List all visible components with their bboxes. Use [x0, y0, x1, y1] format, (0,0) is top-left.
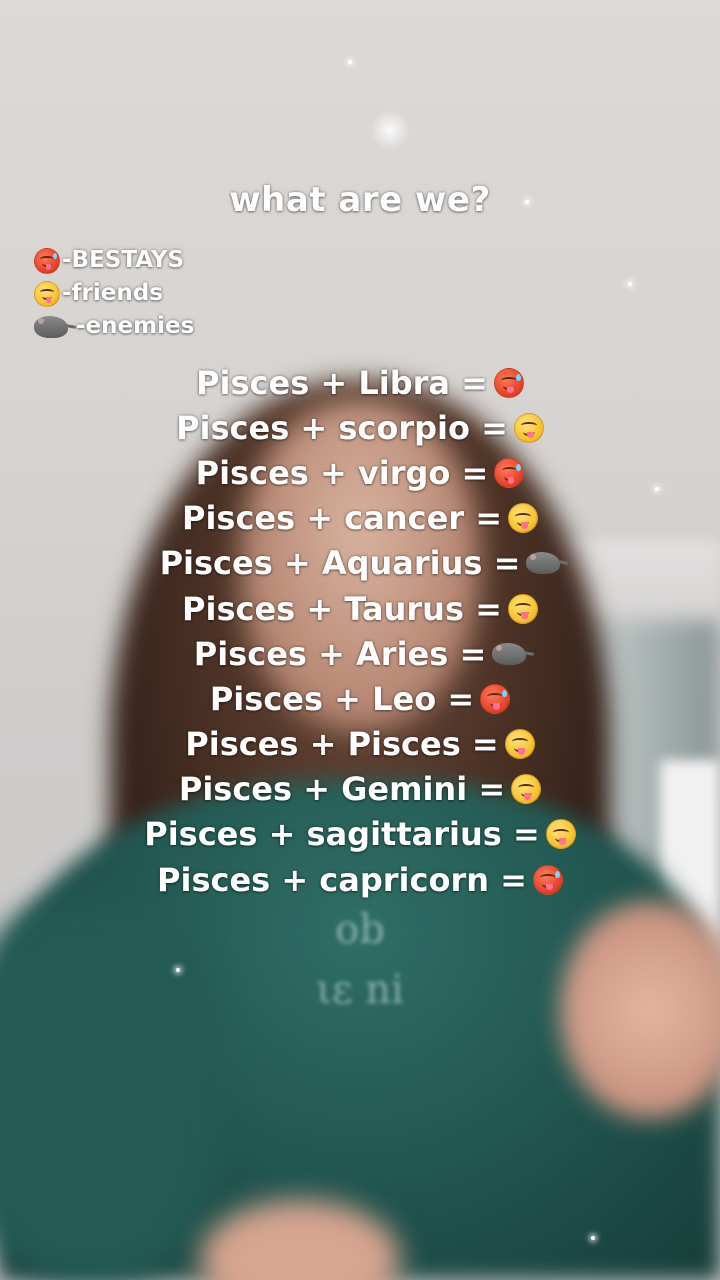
list-item: Pisces + scorpio =: [0, 405, 720, 450]
list-item: Pisces + Gemini =: [0, 767, 720, 812]
yum-face-icon: [511, 774, 542, 805]
legend-label: -BESTAYS: [62, 247, 185, 273]
sparkle: [591, 1236, 595, 1240]
yum-face-icon: [508, 503, 539, 534]
pair-text: Pisces + Aries =: [193, 634, 487, 673]
yum-face-icon: [507, 593, 538, 624]
sparkle: [628, 282, 632, 286]
hot-face-icon: [532, 864, 563, 895]
pair-text: Pisces + cancer =: [181, 499, 503, 538]
yum-face-icon: [545, 819, 576, 850]
person-hand: [560, 900, 720, 1120]
sweater-print-graphic: ob ιε ni: [316, 907, 404, 1013]
list-item: Pisces + sagittarius =: [0, 812, 720, 857]
list-item: Pisces + capricorn =: [0, 857, 720, 902]
yum-face-icon: [34, 280, 60, 307]
rat-icon: [492, 642, 527, 665]
list-item: Pisces + Aquarius =: [0, 541, 720, 586]
sparkle: [348, 60, 352, 64]
yum-face-icon: [504, 729, 535, 760]
person-hand-lower: [200, 1200, 400, 1280]
rat-icon: [34, 315, 68, 338]
pair-text: Pisces + Taurus =: [182, 589, 502, 628]
pair-text: Pisces + Gemini =: [178, 770, 506, 809]
pair-text: Pisces + scorpio =: [176, 408, 508, 447]
list-item: Pisces + Aries =: [0, 631, 720, 676]
hot-face-icon: [493, 367, 524, 398]
story-canvas: ob ιε ni what are we? -BESTAYS -friends -…: [0, 0, 720, 1280]
pair-text: Pisces + Aquarius =: [159, 544, 521, 583]
legend-item-enemies: -enemies: [34, 310, 194, 343]
legend-label: -enemies: [76, 313, 195, 339]
yum-face-icon: [513, 412, 544, 443]
legend-label: -friends: [62, 280, 163, 306]
rat-icon: [526, 552, 561, 575]
hot-face-icon: [480, 683, 511, 714]
hot-face-icon: [34, 247, 60, 274]
list-item: Pisces + cancer =: [0, 496, 720, 541]
person-arm: [0, 900, 220, 1280]
emoji-legend: -BESTAYS -friends -enemies: [34, 244, 194, 343]
legend-item-friends: -friends: [34, 277, 194, 310]
list-item: Pisces + Pisces =: [0, 722, 720, 767]
pair-text: Pisces + Leo =: [209, 679, 475, 718]
pair-text: Pisces + virgo =: [195, 453, 489, 492]
legend-item-bestays: -BESTAYS: [34, 244, 194, 277]
pair-text: Pisces + Libra =: [196, 363, 488, 402]
hot-face-icon: [494, 457, 525, 488]
list-item: Pisces + virgo =: [0, 450, 720, 495]
pair-text: Pisces + sagittarius =: [144, 815, 540, 854]
list-item: Pisces + Taurus =: [0, 586, 720, 631]
page-title: what are we?: [229, 180, 491, 220]
sparkle: [176, 968, 180, 972]
pair-text: Pisces + capricorn =: [157, 860, 527, 899]
ceiling-light: [370, 110, 410, 150]
compatibility-list: Pisces + Libra = Pisces + scorpio = Pisc…: [0, 360, 720, 902]
pair-text: Pisces + Pisces =: [185, 725, 499, 764]
list-item: Pisces + Leo =: [0, 676, 720, 721]
list-item: Pisces + Libra =: [0, 360, 720, 405]
